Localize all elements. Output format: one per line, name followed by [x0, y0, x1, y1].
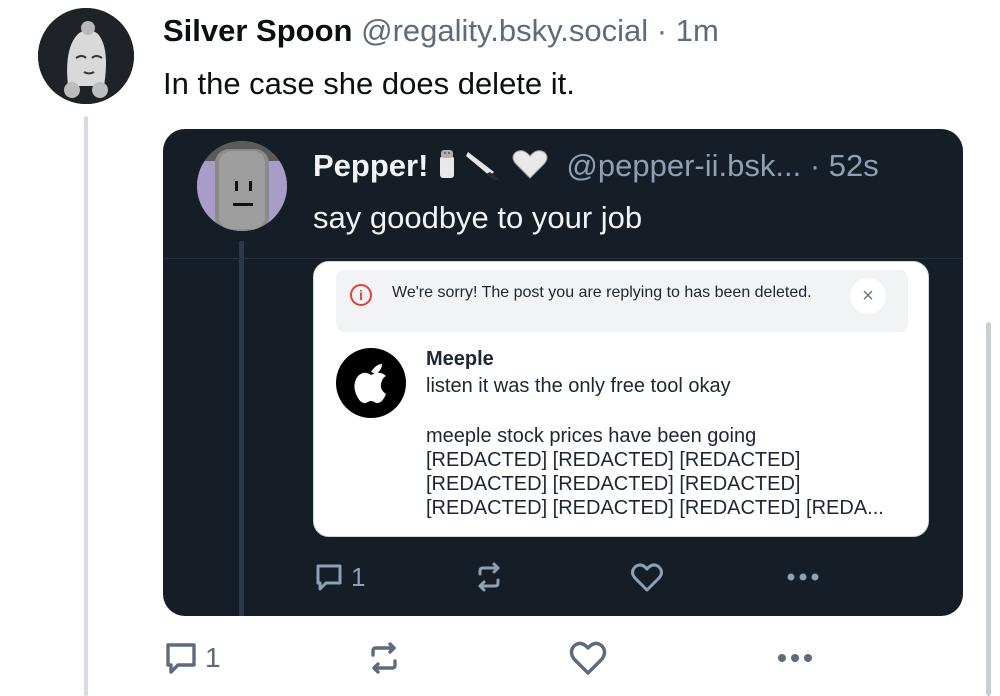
meeple-text-line: [REDACTED] [REDACTED] [REDACTED]: [426, 449, 801, 471]
apple-logo-icon: [354, 364, 386, 404]
screenshot-more-button: [783, 561, 823, 593]
screenshot-reply-count: 1: [351, 561, 366, 592]
white-heart-icon: [512, 150, 548, 179]
display-name[interactable]: Silver Spoon: [163, 13, 352, 48]
meeple-text-line: meeple stock prices have been going: [426, 425, 757, 447]
knife-icon: [466, 152, 501, 180]
reply-button[interactable]: 1: [163, 640, 221, 676]
like-button[interactable]: [569, 640, 607, 676]
name-emojis: [440, 150, 548, 180]
post-action-bar: 1: [163, 640, 823, 678]
meeple-text-line: [REDACTED] [REDACTED] [REDACTED] [REDA..…: [426, 497, 884, 519]
close-icon: ×: [850, 278, 886, 314]
screenshot-action-bar: 1: [313, 561, 833, 595]
screenshot-like-button: [630, 561, 664, 593]
avatar-silver-spoon[interactable]: [38, 8, 134, 104]
repost-icon: [371, 642, 397, 674]
reply-count: 1: [205, 642, 221, 673]
meeple-text-line: listen it was the only free tool okay: [426, 375, 731, 397]
screenshot-display-name: Pepper!: [313, 148, 429, 183]
info-icon: i: [350, 284, 372, 306]
embedded-screenshot[interactable]: Pepper! @pepper-ii.bsk... · 52s say good…: [163, 129, 963, 616]
screenshot-timestamp: 52s: [828, 148, 879, 183]
heart-icon: [631, 563, 663, 592]
repost-button[interactable]: [366, 640, 402, 676]
handle[interactable]: @regality.bsky.social: [361, 13, 648, 48]
reply-icon: [316, 564, 342, 591]
deleted-notice-text: We're sorry! The post you are replying t…: [392, 284, 812, 301]
reply-icon: [166, 643, 196, 674]
avatar-meeple: [336, 348, 406, 418]
more-options-button[interactable]: [773, 640, 817, 676]
timestamp[interactable]: 1m: [676, 13, 719, 48]
screenshot-thread-line: [239, 241, 244, 616]
reply-context-panel: i We're sorry! The post you are replying…: [313, 261, 929, 537]
screenshot-separator: ·: [801, 148, 829, 183]
separator: ·: [648, 13, 676, 48]
avatar-pepper: [197, 141, 287, 231]
more-options-icon: [787, 573, 819, 581]
heart-icon: [569, 641, 607, 675]
screenshot-handle: @pepper-ii.bsk...: [566, 148, 802, 183]
screenshot-divider: [163, 258, 963, 259]
deleted-notice: i We're sorry! The post you are replying…: [336, 270, 908, 332]
scrollbar[interactable]: [986, 322, 991, 696]
more-options-icon: [778, 654, 812, 662]
screenshot-reply-button: 1: [313, 561, 365, 593]
post-text: In the case she does delete it.: [163, 66, 575, 101]
post-header: Silver Spoon @regality.bsky.social · 1m: [163, 12, 719, 50]
screenshot-post-text: say goodbye to your job: [313, 200, 643, 235]
meeple-display-name: Meeple: [426, 348, 494, 370]
screenshot-repost-button: [473, 561, 505, 593]
screenshot-header: Pepper! @pepper-ii.bsk... · 52s: [313, 147, 879, 185]
meeple-text-line: [REDACTED] [REDACTED] [REDACTED]: [426, 473, 801, 495]
repost-icon: [478, 562, 500, 592]
salt-shaker-icon: [440, 150, 455, 178]
thread-line: [84, 116, 88, 696]
